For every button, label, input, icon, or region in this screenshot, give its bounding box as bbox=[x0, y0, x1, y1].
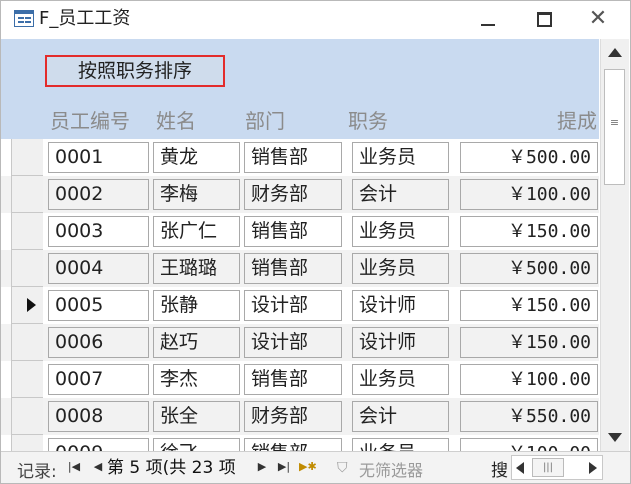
commission-field[interactable]: ￥150.00 bbox=[460, 290, 598, 321]
record-selector[interactable] bbox=[11, 176, 43, 213]
sort-by-job-button[interactable]: 按照职务排序 bbox=[45, 55, 225, 87]
current-record-arrow-icon[interactable] bbox=[11, 287, 43, 324]
column-header-dept: 部门 bbox=[245, 109, 285, 133]
name-field[interactable]: 张广仁 bbox=[153, 216, 240, 247]
department-field[interactable]: 财务部 bbox=[244, 179, 342, 210]
employee-id-field[interactable]: 0002 bbox=[48, 179, 149, 210]
name-field[interactable]: 王璐璐 bbox=[153, 253, 240, 284]
resize-corner bbox=[605, 456, 627, 480]
job-field[interactable]: 业务员 bbox=[352, 364, 449, 395]
job-field[interactable]: 业务员 bbox=[352, 216, 449, 247]
employee-id-field[interactable]: 0004 bbox=[48, 253, 149, 284]
last-record-icon[interactable]: ▶| bbox=[277, 457, 291, 477]
window-title: F_员工工资 bbox=[39, 8, 131, 29]
record-selector[interactable] bbox=[11, 324, 43, 361]
table-row: 0004 王璐璐 销售部 业务员 ￥500.00 bbox=[1, 250, 599, 287]
record-selector[interactable] bbox=[11, 435, 43, 451]
scroll-thumb[interactable] bbox=[604, 69, 625, 185]
table-row: 0003 张广仁 销售部 业务员 ￥150.00 bbox=[1, 213, 599, 250]
scroll-left-arrow-icon[interactable] bbox=[516, 462, 524, 474]
employee-id-field[interactable]: 0006 bbox=[48, 327, 149, 358]
job-field[interactable]: 业务员 bbox=[352, 142, 449, 173]
record-selector[interactable] bbox=[11, 250, 43, 287]
first-record-icon[interactable]: |◀ bbox=[67, 457, 81, 477]
record-navigation-bar: 记录: |◀ ◀ 第 5 项(共 23 项 ▶ ▶| ▶✱ ⛉ 无筛选器 搜 |… bbox=[1, 451, 630, 483]
commission-field[interactable]: ￥100.00 bbox=[460, 438, 598, 451]
name-field[interactable]: 李杰 bbox=[153, 364, 240, 395]
minimize-button[interactable] bbox=[471, 6, 505, 32]
scroll-up-arrow-icon[interactable] bbox=[603, 41, 627, 65]
commission-field[interactable]: ￥550.00 bbox=[460, 401, 598, 432]
column-header-pay: 提成 bbox=[557, 109, 597, 133]
record-label: 记录: bbox=[17, 462, 57, 482]
commission-field[interactable]: ￥150.00 bbox=[460, 327, 598, 358]
job-field[interactable]: 设计师 bbox=[352, 290, 449, 321]
table-row: 0007 李杰 销售部 业务员 ￥100.00 bbox=[1, 361, 599, 398]
department-field[interactable]: 销售部 bbox=[244, 438, 342, 451]
department-field[interactable]: 销售部 bbox=[244, 253, 342, 284]
scroll-right-arrow-icon[interactable] bbox=[589, 462, 597, 474]
commission-field[interactable]: ￥150.00 bbox=[460, 216, 598, 247]
previous-record-icon[interactable]: ◀ bbox=[91, 457, 105, 477]
form-icon bbox=[14, 10, 34, 27]
table-row: 0005 张静 设计部 设计师 ￥150.00 bbox=[1, 287, 599, 324]
employee-id-field[interactable]: 0008 bbox=[48, 401, 149, 432]
record-selector[interactable] bbox=[11, 213, 43, 250]
employee-id-field[interactable]: 0005 bbox=[48, 290, 149, 321]
department-field[interactable]: 销售部 bbox=[244, 142, 342, 173]
column-header-name: 姓名 bbox=[156, 109, 196, 133]
job-field[interactable]: 会计 bbox=[352, 179, 449, 210]
title-bar: F_员工工资 ✕ bbox=[1, 1, 630, 39]
employee-id-field[interactable]: 0009 bbox=[48, 438, 149, 451]
department-field[interactable]: 销售部 bbox=[244, 364, 342, 395]
close-button[interactable]: ✕ bbox=[581, 6, 615, 32]
scroll-down-arrow-icon[interactable] bbox=[603, 425, 627, 449]
name-field[interactable]: 张全 bbox=[153, 401, 240, 432]
commission-field[interactable]: ￥100.00 bbox=[460, 364, 598, 395]
name-field[interactable]: 张静 bbox=[153, 290, 240, 321]
form-header: 按照职务排序 员工编号 姓名 部门 职务 提成 bbox=[1, 39, 599, 139]
column-header-job: 职务 bbox=[348, 109, 388, 133]
record-selector[interactable] bbox=[11, 361, 43, 398]
form-window: F_员工工资 ✕ 按照职务排序 员工编号 姓名 部门 职务 提成 0001 黄龙销… bbox=[0, 0, 631, 484]
job-field[interactable]: 会计 bbox=[352, 401, 449, 432]
table-row: 0002 李梅 财务部 会计 ￥100.00 bbox=[1, 176, 599, 213]
employee-id-field[interactable]: 0003 bbox=[48, 216, 149, 247]
record-position-input[interactable]: 第 5 项(共 23 项 bbox=[107, 456, 247, 480]
vertical-scrollbar[interactable] bbox=[600, 39, 629, 451]
form-body: 按照职务排序 员工编号 姓名 部门 职务 提成 0001 黄龙 销售部 业务员 ￥500… bbox=[1, 39, 599, 451]
employee-id-field[interactable]: 0001 bbox=[48, 142, 149, 173]
department-field[interactable]: 设计部 bbox=[244, 327, 342, 358]
record-selector[interactable] bbox=[11, 398, 43, 435]
new-record-icon[interactable]: ▶✱ bbox=[299, 457, 317, 477]
next-record-icon[interactable]: ▶ bbox=[255, 457, 269, 477]
job-field[interactable]: 业务员 bbox=[352, 438, 449, 451]
job-field[interactable]: 业务员 bbox=[352, 253, 449, 284]
filter-status[interactable]: 无筛选器 bbox=[359, 457, 423, 481]
funnel-icon: ⛉ bbox=[337, 460, 348, 476]
table-row: 0006 赵巧 设计部 设计师 ￥150.00 bbox=[1, 324, 599, 361]
horizontal-scroll-thumb[interactable]: ||| bbox=[532, 458, 564, 477]
name-field[interactable]: 黄龙 bbox=[153, 142, 240, 173]
table-row: 0009 徐飞销售部业务员 ￥100.00 bbox=[1, 435, 599, 451]
name-field[interactable]: 李梅 bbox=[153, 179, 240, 210]
commission-field[interactable]: ￥100.00 bbox=[460, 179, 598, 210]
horizontal-scrollbar[interactable]: ||| bbox=[511, 455, 603, 480]
commission-field[interactable]: ￥500.00 bbox=[460, 253, 598, 284]
table-row: 0008 张全 财务部 会计 ￥550.00 bbox=[1, 398, 599, 435]
employee-id-field[interactable]: 0007 bbox=[48, 364, 149, 395]
department-field[interactable]: 财务部 bbox=[244, 401, 342, 432]
search-label[interactable]: 搜 bbox=[491, 456, 508, 481]
column-header-id: 员工编号 bbox=[50, 109, 130, 133]
commission-field[interactable]: ￥500.00 bbox=[460, 142, 598, 173]
name-field[interactable]: 徐飞 bbox=[153, 438, 240, 451]
name-field[interactable]: 赵巧 bbox=[153, 327, 240, 358]
department-field[interactable]: 销售部 bbox=[244, 216, 342, 247]
maximize-button[interactable] bbox=[527, 6, 561, 32]
department-field[interactable]: 设计部 bbox=[244, 290, 342, 321]
job-field[interactable]: 设计师 bbox=[352, 327, 449, 358]
table-row: 0001 黄龙 销售部 业务员 ￥500.00 bbox=[1, 139, 599, 176]
record-selector[interactable] bbox=[11, 139, 43, 176]
